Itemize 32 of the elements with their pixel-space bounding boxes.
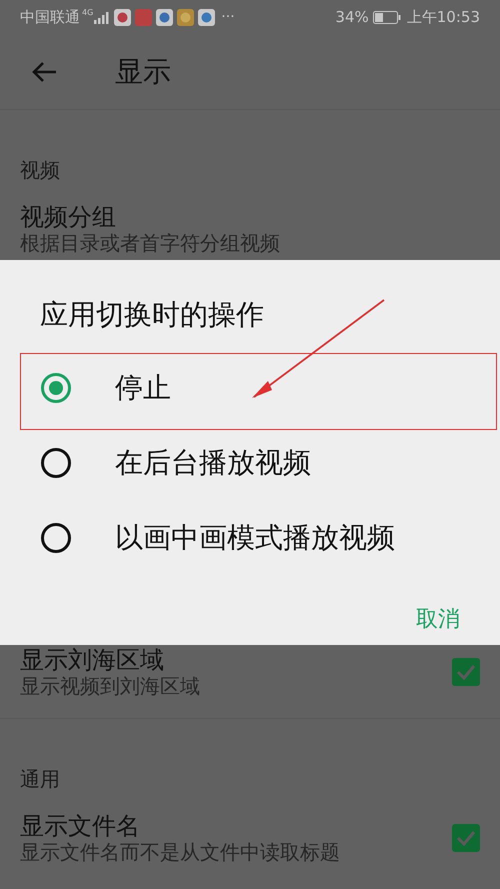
app-notification-icon xyxy=(135,9,152,26)
app-notification-icon xyxy=(156,9,174,26)
battery-percent: 34% xyxy=(335,7,369,28)
setting-description: 显示视频到刘海区域 xyxy=(20,675,201,698)
radio-button[interactable] xyxy=(41,372,71,402)
checkbox[interactable] xyxy=(452,824,480,852)
setting-description: 显示文件名而不是从文件中读取标题 xyxy=(20,841,341,864)
dialog-title: 应用切换时的操作 xyxy=(39,297,265,333)
setting-title: 视频分组 xyxy=(20,202,117,232)
checkbox[interactable] xyxy=(452,658,480,686)
battery-icon xyxy=(372,11,401,24)
section-header: 通用 xyxy=(20,767,61,791)
setting-title: 显示刘海区域 xyxy=(20,645,165,675)
app-notification-icon xyxy=(198,9,216,26)
radio-button[interactable] xyxy=(41,522,71,552)
carrier-name: 中国联通 xyxy=(20,7,80,28)
network-type: 4G xyxy=(82,7,94,19)
more-notifications: ··· xyxy=(221,8,235,27)
check-icon xyxy=(456,664,476,680)
signal-icon xyxy=(94,12,110,24)
setting-title: 显示文件名 xyxy=(20,811,141,841)
app-notification-icon xyxy=(177,9,194,26)
clock: 上午10:53 xyxy=(406,7,480,28)
radio-button[interactable] xyxy=(41,448,71,478)
radio-option[interactable]: 在后台播放视频 xyxy=(0,425,500,500)
radio-option[interactable]: 以画中画模式播放视频 xyxy=(0,500,500,575)
section-header: 视频 xyxy=(20,158,61,182)
setting-description: 根据目录或者首字符分组视频 xyxy=(20,232,281,255)
radio-option[interactable]: 停止 xyxy=(0,350,500,425)
check-icon xyxy=(456,830,476,846)
app-notification-icon xyxy=(114,9,132,26)
page-title: 显示 xyxy=(115,54,171,90)
